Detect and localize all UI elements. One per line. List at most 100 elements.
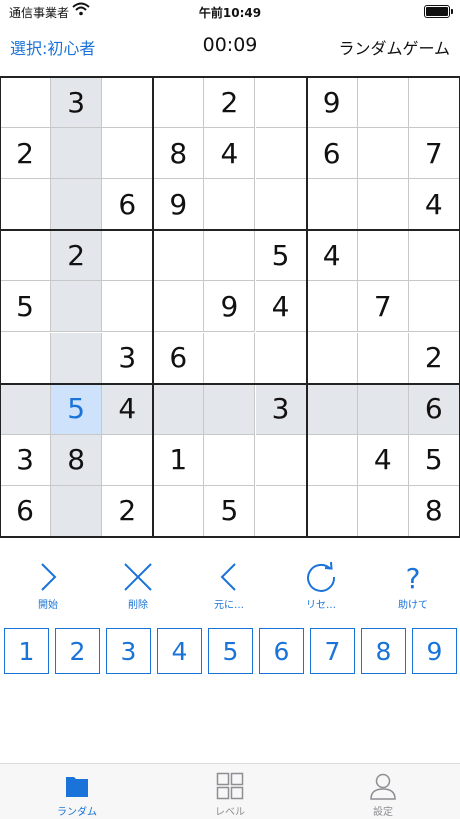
sudoku-cell[interactable] <box>255 77 307 129</box>
sudoku-cell[interactable]: 5 <box>0 281 52 333</box>
sudoku-cell[interactable] <box>153 383 205 435</box>
sudoku-cell[interactable] <box>51 332 103 384</box>
sudoku-cell[interactable] <box>357 485 409 537</box>
number-button[interactable]: 4 <box>157 628 202 674</box>
sudoku-cell[interactable] <box>51 179 103 231</box>
number-button[interactable]: 2 <box>55 628 100 674</box>
sudoku-cell[interactable]: 5 <box>408 434 460 486</box>
sudoku-cell[interactable] <box>306 281 358 333</box>
undo-button[interactable]: 元に… <box>189 556 269 616</box>
sudoku-cell[interactable]: 8 <box>51 434 103 486</box>
sudoku-cell[interactable] <box>255 332 307 384</box>
sudoku-cell[interactable]: 2 <box>204 77 256 129</box>
sudoku-cell[interactable]: 7 <box>408 128 460 180</box>
sudoku-cell[interactable]: 4 <box>306 230 358 282</box>
number-button[interactable]: 7 <box>310 628 355 674</box>
sudoku-cell[interactable] <box>408 230 460 282</box>
sudoku-cell[interactable] <box>306 434 358 486</box>
sudoku-cell[interactable]: 6 <box>153 332 205 384</box>
sudoku-cell[interactable]: 4 <box>204 128 256 180</box>
sudoku-cell[interactable] <box>306 332 358 384</box>
sudoku-cell[interactable] <box>204 332 256 384</box>
sudoku-cell[interactable]: 2 <box>408 332 460 384</box>
sudoku-cell[interactable] <box>102 434 154 486</box>
number-button[interactable]: 6 <box>259 628 304 674</box>
sudoku-cell[interactable] <box>0 332 52 384</box>
sudoku-cell[interactable] <box>408 281 460 333</box>
sudoku-cell[interactable]: 2 <box>102 485 154 537</box>
box-divider <box>0 229 460 231</box>
sudoku-cell[interactable] <box>102 128 154 180</box>
reset-button[interactable]: リセ… <box>281 556 361 616</box>
sudoku-cell[interactable]: 4 <box>357 434 409 486</box>
sudoku-cell[interactable] <box>357 128 409 180</box>
sudoku-cell[interactable] <box>357 77 409 129</box>
sudoku-cell[interactable] <box>153 230 205 282</box>
tab-random[interactable]: ランダム <box>27 764 127 819</box>
sudoku-cell[interactable] <box>255 485 307 537</box>
sudoku-cell[interactable]: 3 <box>0 434 52 486</box>
sudoku-cell[interactable] <box>0 179 52 231</box>
sudoku-cell[interactable] <box>357 179 409 231</box>
sudoku-cell[interactable] <box>204 383 256 435</box>
sudoku-cell[interactable]: 3 <box>102 332 154 384</box>
sudoku-cell[interactable]: 3 <box>255 383 307 435</box>
sudoku-cell[interactable]: 3 <box>51 77 103 129</box>
sudoku-cell[interactable]: 6 <box>306 128 358 180</box>
sudoku-cell[interactable]: 1 <box>153 434 205 486</box>
sudoku-cell[interactable] <box>51 485 103 537</box>
sudoku-cell[interactable]: 9 <box>306 77 358 129</box>
sudoku-cell[interactable]: 5 <box>51 383 103 435</box>
sudoku-cell[interactable]: 5 <box>204 485 256 537</box>
help-button[interactable]: ? 助けて <box>373 556 453 616</box>
sudoku-cell[interactable]: 9 <box>153 179 205 231</box>
sudoku-cell[interactable] <box>357 332 409 384</box>
sudoku-cell[interactable]: 4 <box>255 281 307 333</box>
sudoku-cell[interactable] <box>51 128 103 180</box>
sudoku-cell[interactable] <box>102 230 154 282</box>
sudoku-cell[interactable] <box>0 77 52 129</box>
sudoku-cell[interactable] <box>51 281 103 333</box>
sudoku-cell[interactable]: 6 <box>102 179 154 231</box>
number-button[interactable]: 9 <box>412 628 457 674</box>
sudoku-cell[interactable] <box>153 281 205 333</box>
sudoku-cell[interactable]: 5 <box>255 230 307 282</box>
sudoku-cell[interactable] <box>357 230 409 282</box>
sudoku-cell[interactable]: 2 <box>0 128 52 180</box>
sudoku-cell[interactable] <box>102 281 154 333</box>
sudoku-cell[interactable] <box>408 77 460 129</box>
sudoku-cell[interactable]: 6 <box>408 383 460 435</box>
sudoku-cell[interactable] <box>204 179 256 231</box>
sudoku-cell[interactable]: 4 <box>102 383 154 435</box>
sudoku-cell[interactable] <box>357 383 409 435</box>
sudoku-cell[interactable] <box>204 230 256 282</box>
sudoku-cell[interactable] <box>102 77 154 129</box>
sudoku-cell[interactable] <box>306 179 358 231</box>
tab-level[interactable]: レベル <box>180 764 280 819</box>
tab-settings[interactable]: 設定 <box>333 764 433 819</box>
sudoku-cell[interactable] <box>0 230 52 282</box>
sudoku-cell[interactable]: 6 <box>0 485 52 537</box>
sudoku-cell[interactable]: 2 <box>51 230 103 282</box>
sudoku-cell[interactable]: 7 <box>357 281 409 333</box>
sudoku-cell[interactable]: 9 <box>204 281 256 333</box>
sudoku-cell[interactable] <box>153 485 205 537</box>
number-button[interactable]: 8 <box>361 628 406 674</box>
sudoku-cell[interactable] <box>153 77 205 129</box>
number-button[interactable]: 5 <box>208 628 253 674</box>
sudoku-cell[interactable] <box>255 179 307 231</box>
sudoku-cell[interactable] <box>306 485 358 537</box>
start-button[interactable]: 開始 <box>8 556 88 616</box>
sudoku-cell[interactable]: 8 <box>153 128 205 180</box>
sudoku-cell[interactable] <box>255 434 307 486</box>
sudoku-cell[interactable] <box>306 383 358 435</box>
number-button[interactable]: 3 <box>106 628 151 674</box>
number-button[interactable]: 1 <box>4 628 49 674</box>
sudoku-cell[interactable]: 8 <box>408 485 460 537</box>
sudoku-cell[interactable] <box>0 383 52 435</box>
delete-button[interactable]: 削除 <box>98 556 178 616</box>
sudoku-cell[interactable] <box>255 128 307 180</box>
sudoku-cell[interactable] <box>204 434 256 486</box>
tab-label: レベル <box>215 807 245 818</box>
sudoku-cell[interactable]: 4 <box>408 179 460 231</box>
